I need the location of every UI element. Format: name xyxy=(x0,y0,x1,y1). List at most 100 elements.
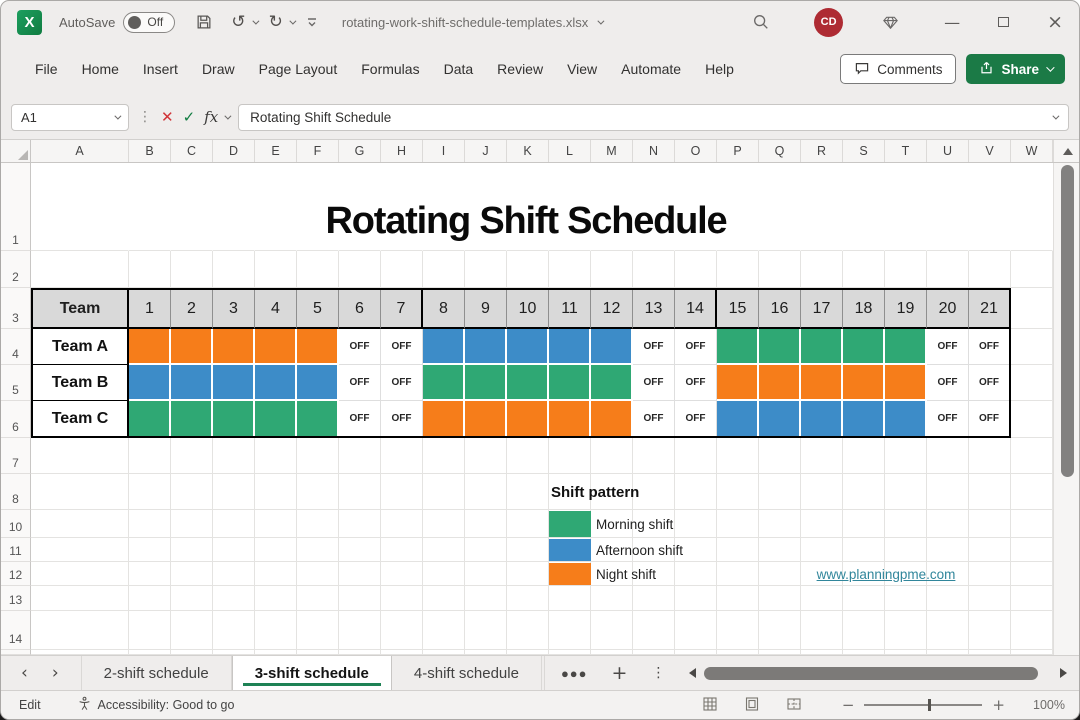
cell[interactable] xyxy=(1011,562,1053,586)
shift-cell-night[interactable] xyxy=(507,401,549,436)
undo-icon[interactable]: ↺ xyxy=(231,14,245,31)
cell[interactable] xyxy=(423,510,465,538)
cell[interactable] xyxy=(675,510,717,538)
column-header-N[interactable]: N xyxy=(633,140,675,162)
cell[interactable] xyxy=(717,438,759,474)
cell[interactable] xyxy=(171,251,213,288)
cell[interactable] xyxy=(381,510,423,538)
table-header-day-7[interactable]: 7 xyxy=(381,290,423,329)
cell[interactable] xyxy=(129,586,171,611)
cell[interactable] xyxy=(423,611,465,650)
cell[interactable] xyxy=(969,251,1011,288)
column-header-Q[interactable]: Q xyxy=(759,140,801,162)
cell[interactable] xyxy=(675,586,717,611)
column-header-R[interactable]: R xyxy=(801,140,843,162)
row-header-6[interactable]: 6 xyxy=(1,401,31,438)
shift-cell-afternoon[interactable] xyxy=(885,401,927,436)
cell[interactable] xyxy=(129,474,171,510)
column-header-O[interactable]: O xyxy=(675,140,717,162)
cell[interactable] xyxy=(549,611,591,650)
cell[interactable] xyxy=(423,586,465,611)
table-header-day-6[interactable]: 6 xyxy=(339,290,381,329)
confirm-entry-icon[interactable]: ✓ xyxy=(183,108,196,126)
cell[interactable] xyxy=(633,611,675,650)
cancel-entry-icon[interactable]: ✕ xyxy=(161,108,174,126)
table-header-team[interactable]: Team xyxy=(33,290,129,329)
legend-swatch-night[interactable] xyxy=(549,563,591,585)
cell[interactable] xyxy=(507,510,549,538)
menu-file[interactable]: File xyxy=(23,55,70,83)
planningpme-link[interactable]: www.planningpme.com xyxy=(786,562,986,586)
cell[interactable] xyxy=(423,474,465,510)
cell[interactable] xyxy=(1011,329,1053,365)
table-header-day-11[interactable]: 11 xyxy=(549,290,591,329)
cell[interactable] xyxy=(927,538,969,562)
shift-cell-morning[interactable] xyxy=(549,365,591,401)
off-cell[interactable]: OFF xyxy=(633,329,675,365)
sheet-tab-4-shift-schedule[interactable]: 4-shift schedule xyxy=(392,656,542,690)
menu-home[interactable]: Home xyxy=(70,55,131,83)
cell[interactable] xyxy=(31,510,129,538)
insert-function-button[interactable]: fx xyxy=(204,108,229,126)
horizontal-scrollbar-thumb[interactable] xyxy=(704,667,1038,680)
cell[interactable] xyxy=(381,251,423,288)
cell[interactable] xyxy=(843,611,885,650)
menu-view[interactable]: View xyxy=(555,55,609,83)
cell[interactable] xyxy=(213,562,255,586)
column-header-K[interactable]: K xyxy=(507,140,549,162)
column-header-B[interactable]: B xyxy=(129,140,171,162)
column-header-C[interactable]: C xyxy=(171,140,213,162)
cell[interactable] xyxy=(717,586,759,611)
cell[interactable] xyxy=(381,611,423,650)
cell[interactable] xyxy=(717,510,759,538)
shift-cell-night[interactable] xyxy=(171,329,213,365)
column-header-E[interactable]: E xyxy=(255,140,297,162)
vertical-scrollbar[interactable] xyxy=(1053,163,1079,655)
scroll-left-arrow[interactable] xyxy=(689,668,696,678)
shift-cell-morning[interactable] xyxy=(465,365,507,401)
table-header-day-17[interactable]: 17 xyxy=(801,290,843,329)
cell[interactable] xyxy=(423,438,465,474)
cell[interactable] xyxy=(549,650,591,655)
table-header-day-13[interactable]: 13 xyxy=(633,290,675,329)
menu-data[interactable]: Data xyxy=(432,55,486,83)
column-header-F[interactable]: F xyxy=(297,140,339,162)
shift-cell-night[interactable] xyxy=(759,365,801,401)
cell[interactable] xyxy=(675,474,717,510)
row-header-11[interactable]: 11 xyxy=(1,538,31,562)
cell[interactable] xyxy=(339,510,381,538)
table-header-day-21[interactable]: 21 xyxy=(969,290,1009,329)
page-layout-view-icon[interactable] xyxy=(744,696,760,715)
off-cell[interactable]: OFF xyxy=(927,401,969,436)
cell[interactable] xyxy=(129,251,171,288)
cell[interactable] xyxy=(843,586,885,611)
table-header-day-14[interactable]: 14 xyxy=(675,290,717,329)
shift-cell-afternoon[interactable] xyxy=(171,365,213,401)
cell[interactable] xyxy=(885,586,927,611)
cell[interactable] xyxy=(255,562,297,586)
cell[interactable] xyxy=(129,510,171,538)
shift-cell-afternoon[interactable] xyxy=(465,329,507,365)
legend-title[interactable]: Shift pattern xyxy=(551,474,639,510)
cell[interactable] xyxy=(759,474,801,510)
off-cell[interactable]: OFF xyxy=(339,329,381,365)
cell[interactable] xyxy=(843,474,885,510)
table-header-day-16[interactable]: 16 xyxy=(759,290,801,329)
cell[interactable] xyxy=(717,538,759,562)
cell[interactable] xyxy=(297,510,339,538)
cell[interactable] xyxy=(1011,401,1053,438)
zoom-out-button[interactable]: − xyxy=(842,696,855,714)
menu-formulas[interactable]: Formulas xyxy=(349,55,431,83)
cell[interactable] xyxy=(591,650,633,655)
name-box[interactable]: A1 xyxy=(11,104,129,131)
cell[interactable] xyxy=(297,538,339,562)
column-header-T[interactable]: T xyxy=(885,140,927,162)
cell[interactable] xyxy=(171,586,213,611)
shift-cell-night[interactable] xyxy=(591,401,633,436)
cell[interactable] xyxy=(717,474,759,510)
cell[interactable] xyxy=(465,538,507,562)
off-cell[interactable]: OFF xyxy=(339,401,381,436)
menu-insert[interactable]: Insert xyxy=(131,55,190,83)
shift-cell-afternoon[interactable] xyxy=(297,365,339,401)
cell[interactable] xyxy=(1011,438,1053,474)
